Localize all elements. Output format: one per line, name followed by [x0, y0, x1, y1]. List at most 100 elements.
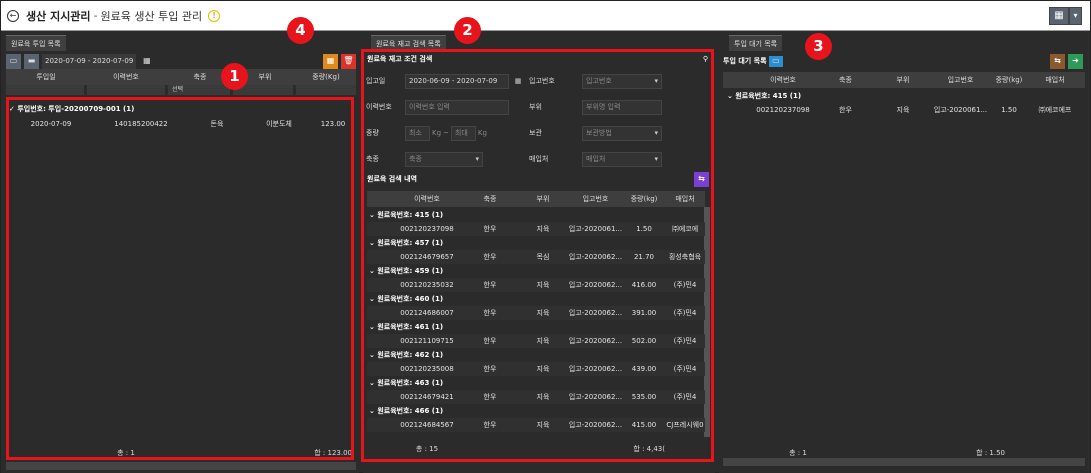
grid-view-button[interactable]: ▦: [1049, 7, 1069, 25]
cell: 002124679657: [400, 253, 454, 261]
group-label: 원료육번호: 459 (1): [377, 267, 444, 275]
info-icon[interactable]: !: [208, 9, 221, 22]
remove-from-queue-icon[interactable]: ⇆: [1050, 54, 1065, 69]
excel-icon[interactable]: ▦: [323, 53, 338, 69]
col-header: 축종: [839, 76, 852, 84]
group-label: 원료육번호: 466 (1): [377, 407, 444, 415]
table-row[interactable]: 002120235008 한우 지육 입고-2020062... 439.00 (주)민4: [367, 362, 705, 376]
cell: (주)민4: [673, 309, 697, 317]
back-icon[interactable]: ←: [7, 9, 19, 22]
cell: 002120237098: [756, 106, 810, 114]
cell: 502.00: [631, 337, 657, 345]
export-icon[interactable]: ➔: [1068, 54, 1083, 69]
filter-weight[interactable]: [296, 85, 356, 95]
cell: 지육: [536, 421, 550, 429]
horizontal-scrollbar[interactable]: [723, 458, 1085, 466]
cell: 지육: [536, 309, 550, 317]
trash-icon[interactable]: 🗑: [341, 53, 356, 69]
folder-icon[interactable]: ▭: [6, 53, 21, 69]
group-row[interactable]: ⌄ 원료육번호: 466 (1): [369, 404, 443, 418]
marker-badge-1: 1: [221, 63, 248, 90]
keyboard-icon[interactable]: ▭: [768, 55, 783, 67]
marker-badge-3: 3: [805, 33, 832, 60]
cell: 002120235032: [400, 281, 454, 289]
cell: 한우: [483, 365, 497, 373]
table-row[interactable]: 002121109715 한우 지육 입고-2020062... 502.00 (주)민4: [367, 334, 705, 348]
filter-species-select[interactable]: 선택: [168, 85, 230, 95]
table-row[interactable]: 002120235032 한우 지육 입고-2020062... 416.00 (주)민4: [367, 278, 705, 292]
marker-badge-4: 4: [287, 17, 314, 44]
filter-trace[interactable]: [87, 85, 165, 95]
cell: 1.50: [636, 225, 652, 233]
cell: 1.50: [1001, 106, 1017, 114]
right-panel: 투입 대기 목록 투입 대기 목록 ▭ ⇆ ➔ 이력번호 축종 부위 입고번호 …: [719, 32, 1090, 473]
table-row[interactable]: 002124684567 한우 지육 입고-2020062... 415.00 CJ프레시…: [367, 418, 705, 432]
waiting-title-bar: 투입 대기 목록 ▭ ⇆ ➔: [723, 52, 1085, 70]
cell: 지육: [536, 393, 550, 401]
calendar-icon[interactable]: ▦: [139, 54, 154, 69]
cell: 한우: [483, 225, 497, 233]
highlight-box-1: [6, 97, 354, 460]
cell: 한우: [483, 421, 497, 429]
cell: 지육: [536, 337, 550, 345]
filter-date[interactable]: [6, 85, 84, 95]
app-window: ← 생산 지시관리 - 원료육 생산 투입 관리 ! ▦ ▾ 원료육 투입 목록…: [0, 0, 1091, 473]
group-row[interactable]: ⌄ 원료육번호: 415 (1): [727, 89, 801, 103]
page-subtitle: 원료육 생산 투입 관리: [100, 9, 203, 23]
group-row[interactable]: ⌄ 원료육번호: 457 (1): [369, 236, 443, 250]
cell: 한우: [483, 337, 497, 345]
group-row[interactable]: ⌄ 원료육번호: 459 (1): [369, 264, 443, 278]
right-table-header: 이력번호 축종 부위 입고번호 중량(kg) 매입처: [723, 72, 1085, 88]
group-label: 원료육번호: 460 (1): [377, 295, 444, 303]
cell: 입고-2020062...: [568, 309, 623, 317]
cell: 한우: [839, 106, 852, 114]
cell: 지육: [896, 106, 910, 114]
group-label: 원료육번호: 461 (1): [377, 323, 444, 331]
cell: 입고-2020061...: [933, 106, 988, 114]
cell: 002124686007: [400, 309, 454, 317]
cell: 지육: [536, 281, 550, 289]
cell: (주)민4: [673, 393, 697, 401]
cell: 지육: [536, 365, 550, 373]
group-row[interactable]: ⌄ 원료육번호: 462 (1): [369, 348, 443, 362]
cell: ㈜에코에프: [1038, 106, 1072, 114]
cell: 지육: [536, 225, 550, 233]
cell: 416.00: [631, 281, 657, 289]
tab-waiting-list[interactable]: 투입 대기 목록: [729, 35, 783, 51]
group-row[interactable]: ⌄ 원료육번호: 461 (1): [369, 320, 443, 334]
group-row[interactable]: ⌄ 원료육번호: 460 (1): [369, 292, 443, 306]
cell: 입고-2020062...: [568, 393, 623, 401]
tab-input-list[interactable]: 원료육 투입 목록: [6, 35, 66, 51]
horizontal-scrollbar[interactable]: [6, 462, 356, 470]
folder-open-icon[interactable]: ▬: [24, 53, 39, 69]
table-row[interactable]: 002124679421 한우 지육 입고-2020062... 535.00 (주)민4: [367, 390, 705, 404]
table-row[interactable]: 002120237098 한우 지육 입고-2020061... 1.50 ㈜에…: [723, 103, 1085, 117]
group-row[interactable]: ⌄ 원료육번호: 415 (1): [369, 208, 443, 222]
cell: (주)민4: [673, 281, 697, 289]
group-row[interactable]: ⌄ 원료육번호: 463 (1): [369, 376, 443, 390]
cell: 입고-2020062...: [568, 253, 623, 261]
left-table-header: 투입일 이력번호 축종 부위 중량(Kg): [6, 69, 356, 85]
group-label: 원료육번호: 463 (1): [377, 379, 444, 387]
table-row[interactable]: 002124679657 한우 목심 입고-2020062... 21.70 횡성축협육: [367, 250, 705, 264]
table-row[interactable]: 002124686007 한우 지육 입고-2020062... 391.00 (주)민4: [367, 306, 705, 320]
title-separator: -: [93, 9, 98, 22]
col-header: 입고번호: [947, 76, 974, 84]
col-header: 매입처: [1045, 76, 1065, 84]
col-header: 부위: [896, 76, 910, 84]
group-label: 원료육번호: 415 (1): [735, 92, 802, 100]
cell: 입고-2020062...: [568, 365, 623, 373]
col-header: 투입일: [36, 73, 56, 81]
cell: 입고-2020061...: [568, 225, 623, 233]
col-header: 중량(kg): [995, 76, 1023, 84]
cell: 002124679421: [400, 393, 454, 401]
page-title: 생산 지시관리: [26, 9, 91, 23]
date-range-input[interactable]: 2020-07-09 - 2020-07-09: [42, 53, 137, 69]
table-row[interactable]: 002120237098 한우 지육 입고-2020061... 1.50 ㈜에코에: [367, 222, 705, 236]
cell: ㈜에코에: [671, 225, 699, 233]
cell: 415.00: [631, 421, 657, 429]
group-label: 원료육번호: 462 (1): [377, 351, 444, 359]
cell: 002120237098: [400, 225, 454, 233]
cell: CJ프레시웨0: [666, 421, 704, 429]
chevron-down-icon[interactable]: ▾: [1069, 7, 1082, 25]
